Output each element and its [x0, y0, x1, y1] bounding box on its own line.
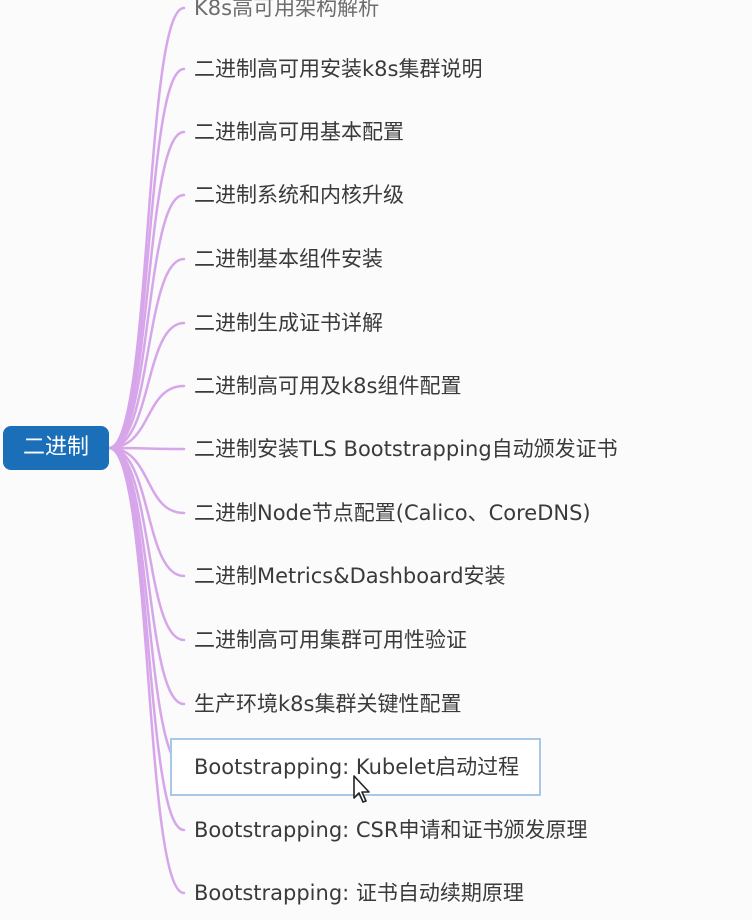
- child-node-certificates[interactable]: 二进制生成证书详解: [194, 306, 383, 340]
- child-node-k8s-architecture[interactable]: K8s高可用架构解析: [194, 0, 379, 25]
- branch-line: [107, 321, 186, 450]
- child-node-cert-renewal[interactable]: Bootstrapping: 证书自动续期原理: [194, 876, 524, 910]
- root-node[interactable]: 二进制: [3, 426, 109, 470]
- child-node-kernel-upgrade[interactable]: 二进制系统和内核升级: [194, 178, 404, 212]
- pointer-arrow-icon: [353, 775, 370, 803]
- child-node-install-description[interactable]: 二进制高可用安装k8s集群说明: [194, 52, 482, 86]
- child-node-tls-bootstrapping[interactable]: 二进制安装TLS Bootstrapping自动颁发证书: [194, 432, 618, 466]
- child-node-node-config[interactable]: 二进制Node节点配置(Calico、CoreDNS): [194, 496, 591, 530]
- branch-line: [107, 6, 186, 450]
- child-node-csr-principle[interactable]: Bootstrapping: CSR申请和证书颁发原理: [194, 813, 587, 847]
- child-node-basic-config[interactable]: 二进制高可用基本配置: [194, 115, 404, 149]
- branch-line: [107, 130, 186, 450]
- branch-line: [107, 446, 186, 769]
- child-node-k8s-component-config[interactable]: 二进制高可用及k8s组件配置: [194, 369, 461, 403]
- child-node-availability-check[interactable]: 二进制高可用集群可用性验证: [194, 623, 467, 657]
- child-node-component-install[interactable]: 二进制基本组件安装: [194, 242, 383, 276]
- child-node-production-config[interactable]: 生产环境k8s集群关键性配置: [194, 687, 461, 721]
- branch-line: [107, 446, 186, 895]
- mindmap-canvas: 二进制 K8s高可用架构解析 二进制高可用安装k8s集群说明 二进制高可用基本配…: [0, 0, 752, 920]
- child-node-metrics-dashboard[interactable]: 二进制Metrics&Dashboard安装: [194, 559, 506, 593]
